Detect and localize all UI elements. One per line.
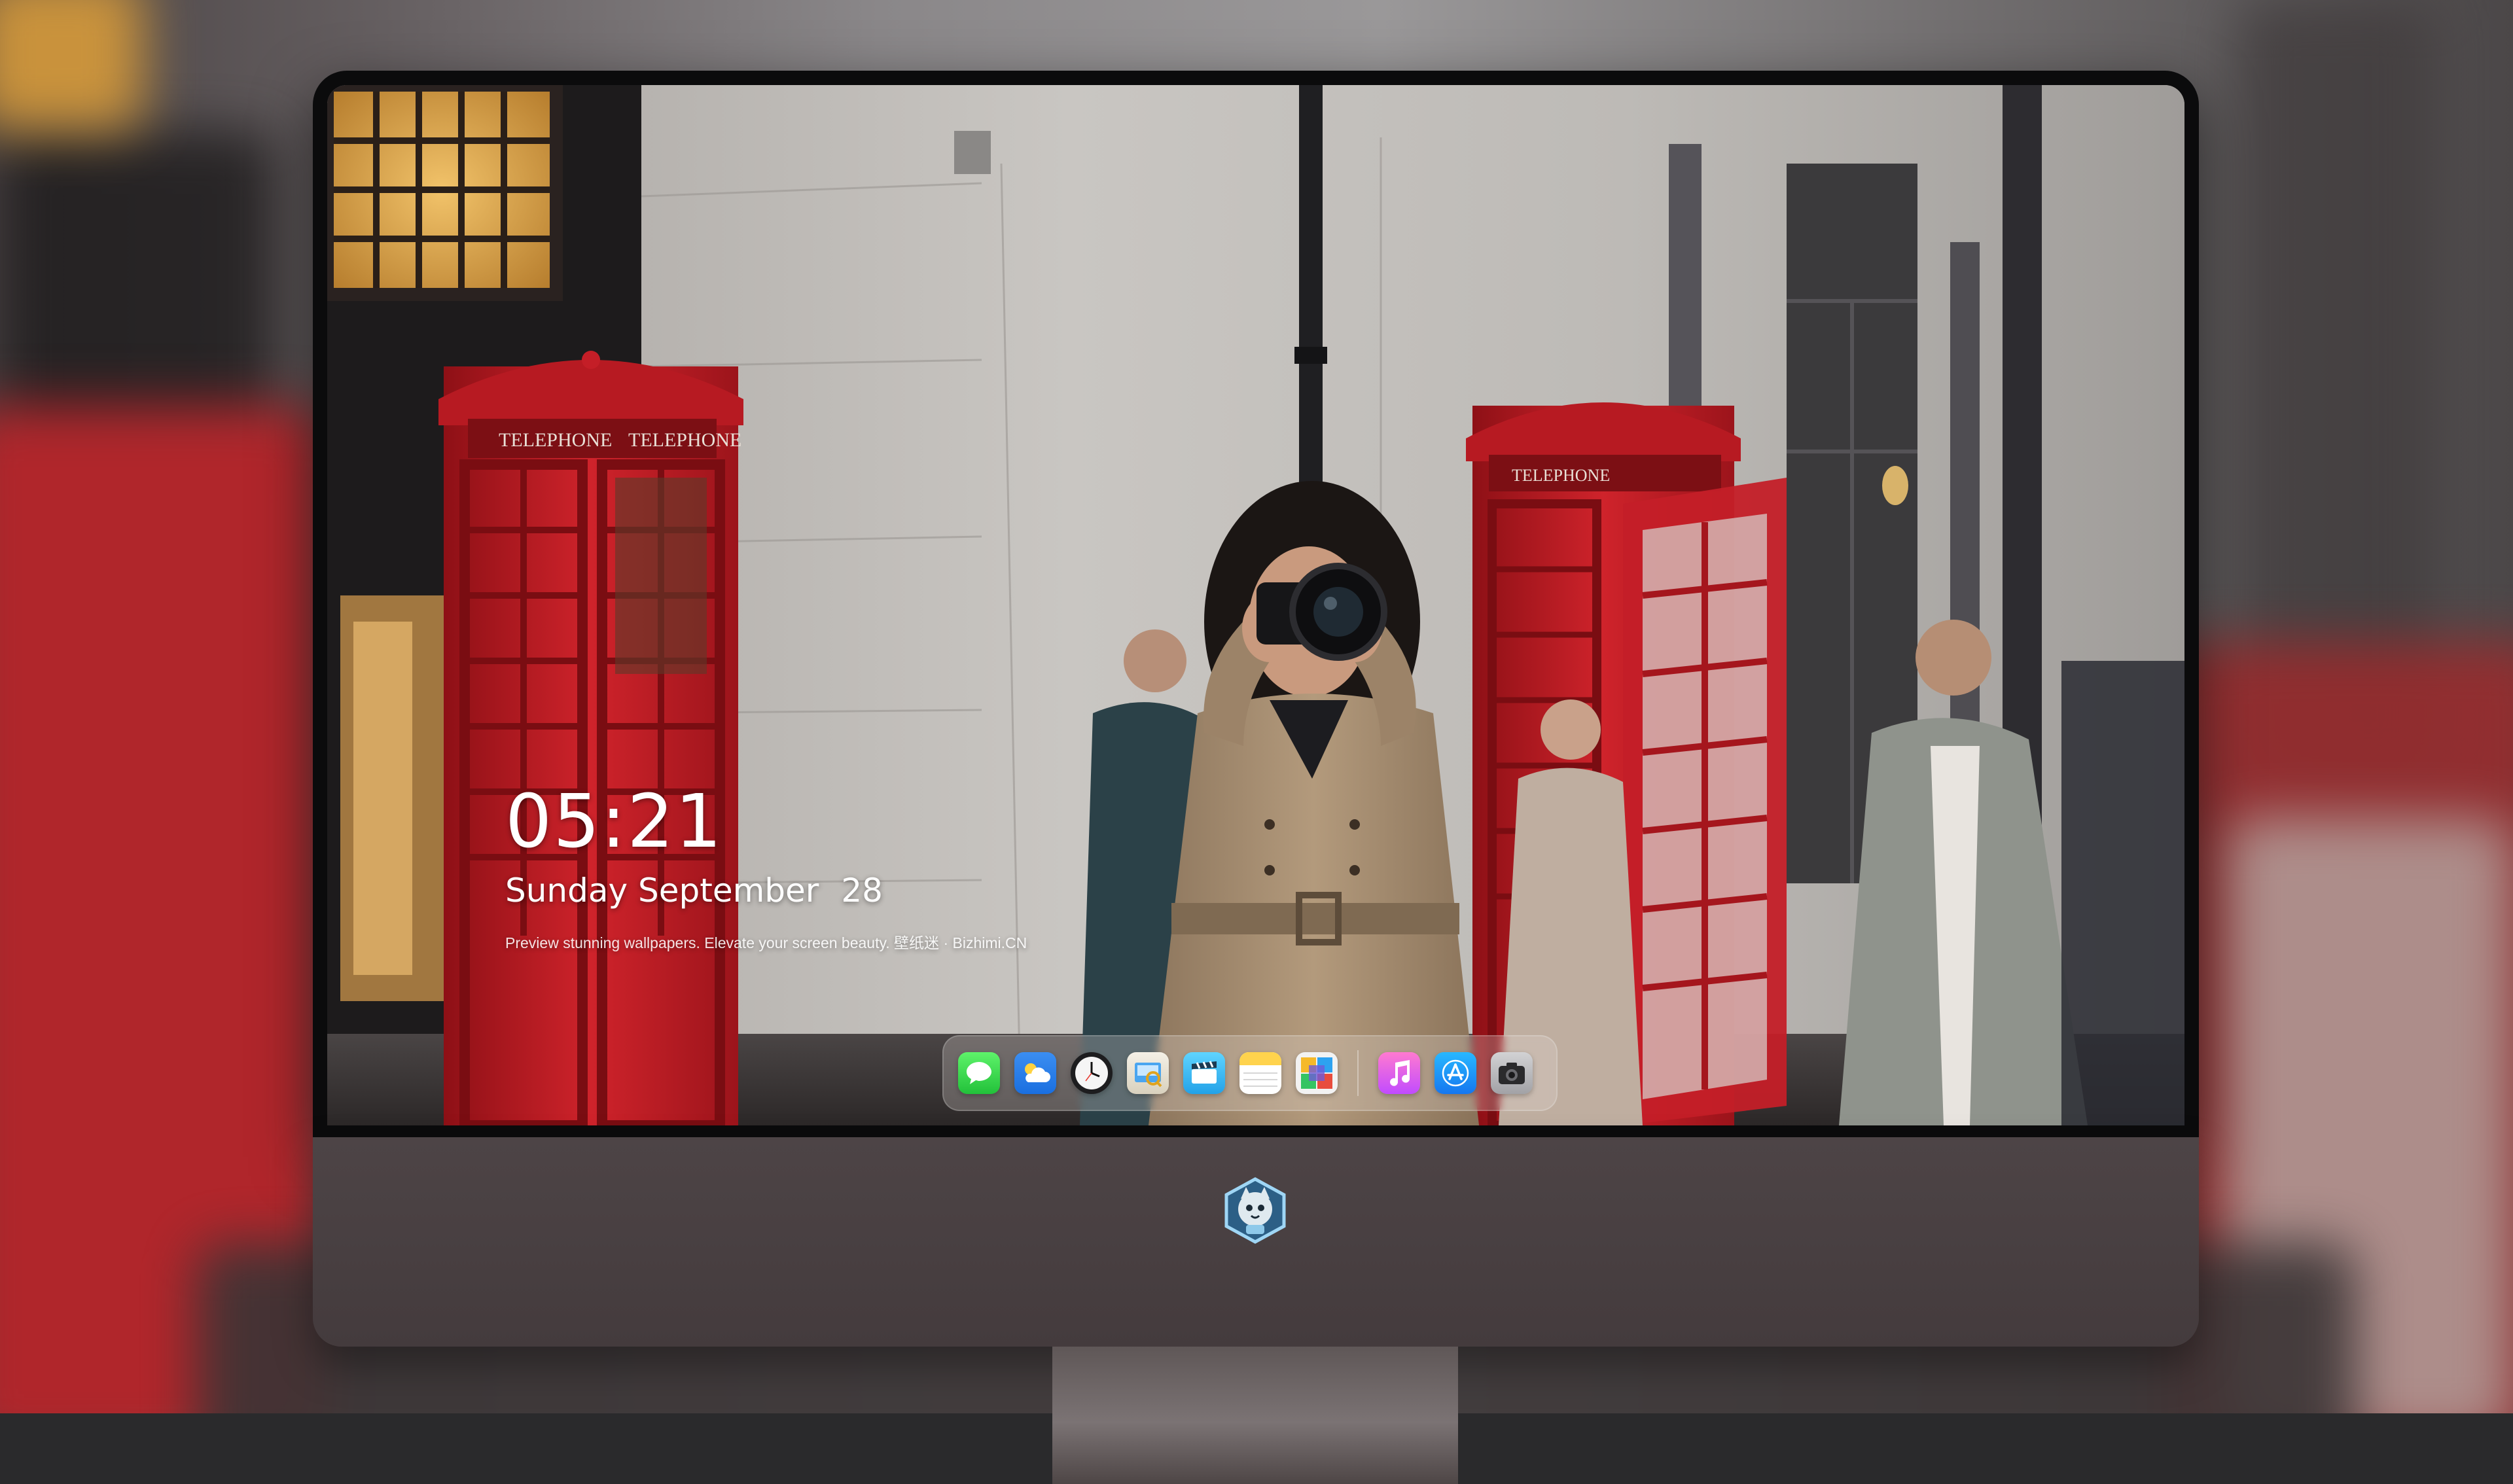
dock-separator xyxy=(1357,1050,1359,1096)
lockscreen-day: 28 xyxy=(841,872,883,910)
monitor-stand xyxy=(1052,1347,1458,1484)
photo-booth-icon[interactable] xyxy=(1296,1052,1338,1094)
clips-icon[interactable] xyxy=(1183,1052,1225,1094)
messages-icon[interactable] xyxy=(958,1052,1000,1094)
svg-text:TELEPHONE: TELEPHONE xyxy=(1512,466,1610,485)
lockscreen-weekday-month: Sunday September xyxy=(505,872,819,910)
app-store-icon[interactable] xyxy=(1435,1052,1476,1094)
camera-icon[interactable] xyxy=(1491,1052,1533,1094)
wallpaper-image: TELEPHONE TELEPHONE TELEPHONE xyxy=(327,85,2184,1125)
lockscreen-date: Sunday September 28 xyxy=(505,874,1027,907)
preview-icon[interactable] xyxy=(1127,1052,1169,1094)
lockscreen-time: 05:21 xyxy=(505,779,723,864)
desktop-monitor: TELEPHONE TELEPHONE TELEPHONE 05:21 Sund… xyxy=(313,71,2199,1484)
monitor-bezel: TELEPHONE TELEPHONE TELEPHONE 05:21 Sund… xyxy=(313,71,2199,1137)
booth-sign-right: TELEPHONE xyxy=(628,429,741,451)
lockscreen-info: 05:21 Sunday September 28 Preview stunni… xyxy=(505,785,1027,953)
notes-icon[interactable] xyxy=(1239,1052,1281,1094)
backdrop-warm-light xyxy=(0,0,144,131)
phone-booth-left: TELEPHONE TELEPHONE xyxy=(438,351,743,1125)
booth-sign-left: TELEPHONE xyxy=(499,429,612,451)
music-icon[interactable] xyxy=(1378,1052,1420,1094)
brand-mascot-logo-icon xyxy=(1224,1177,1286,1244)
monitor-screen[interactable]: TELEPHONE TELEPHONE TELEPHONE 05:21 Sund… xyxy=(327,85,2184,1125)
app-dock xyxy=(942,1035,1558,1111)
lockscreen-tagline: Preview stunning wallpapers. Elevate you… xyxy=(505,934,1027,951)
clock-icon[interactable] xyxy=(1071,1052,1113,1094)
weather-icon[interactable] xyxy=(1014,1052,1056,1094)
